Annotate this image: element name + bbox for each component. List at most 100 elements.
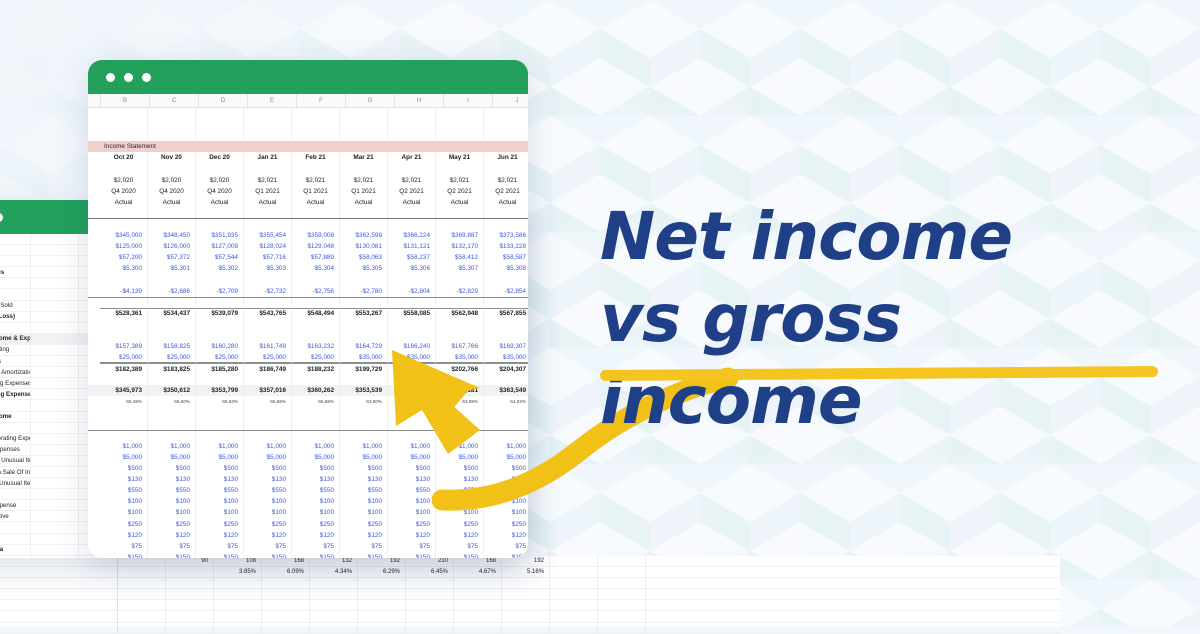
row-label[interactable]: Revenues xyxy=(0,256,31,267)
cell[interactable]: $5,301 xyxy=(148,263,196,275)
cell[interactable] xyxy=(31,444,79,455)
cell[interactable]: $5,307 xyxy=(436,263,484,275)
cell[interactable] xyxy=(598,578,646,589)
cell[interactable] xyxy=(340,430,388,441)
cell[interactable] xyxy=(388,297,436,308)
cell[interactable]: $25,000 xyxy=(148,352,196,364)
row-label[interactable]: Tax Rate Effective xyxy=(0,511,31,522)
cell[interactable]: $543,765 xyxy=(244,307,292,319)
cell[interactable]: $1,000 xyxy=(292,440,340,452)
spreadsheet-grid-primary[interactable]: BCDEFGHIJKL Income Statement Oct 20Nov 2… xyxy=(88,94,528,558)
cell[interactable]: $345,000 xyxy=(100,230,148,242)
cell[interactable] xyxy=(550,578,598,589)
cell[interactable]: Actual xyxy=(340,196,388,208)
cell[interactable] xyxy=(148,108,196,120)
cell[interactable]: Q4 2020 xyxy=(100,185,148,197)
cell[interactable]: 4.34% xyxy=(310,567,358,578)
cell[interactable] xyxy=(550,611,598,622)
cell[interactable] xyxy=(484,330,528,341)
cell[interactable]: Oct 20 xyxy=(100,152,148,164)
cell[interactable] xyxy=(148,297,196,308)
cell[interactable]: $126,000 xyxy=(148,241,196,253)
cell[interactable] xyxy=(436,130,484,142)
cell[interactable] xyxy=(262,600,310,611)
cell[interactable]: -$2,854 xyxy=(484,286,528,297)
cell[interactable]: $5,000 xyxy=(388,451,436,463)
cell[interactable]: Q2 2021 xyxy=(436,185,484,197)
cell[interactable]: $120 xyxy=(340,529,388,541)
cell[interactable]: $5,303 xyxy=(244,263,292,275)
cell[interactable]: 65.68% xyxy=(292,396,340,408)
cell[interactable] xyxy=(550,556,598,567)
cell[interactable]: $130 xyxy=(148,474,196,486)
cell[interactable]: $356,845 xyxy=(388,385,436,397)
column-header-H[interactable]: H xyxy=(395,94,444,107)
cell[interactable]: $130 xyxy=(484,474,528,485)
cell[interactable]: $75 xyxy=(292,540,340,552)
cell[interactable]: $133,228 xyxy=(484,241,528,252)
cell[interactable]: $1,000 xyxy=(484,441,528,452)
cell[interactable] xyxy=(31,411,79,422)
cell[interactable]: $362,598 xyxy=(340,230,388,242)
cell[interactable]: $75 xyxy=(436,540,484,552)
cell[interactable]: $166,240 xyxy=(388,340,436,353)
row-label[interactable]: Net Income xyxy=(0,489,31,500)
cell[interactable]: $157,389 xyxy=(100,340,148,353)
cell[interactable]: $539,079 xyxy=(196,307,244,319)
cell[interactable]: $100 xyxy=(244,496,292,508)
cell[interactable] xyxy=(196,130,244,142)
cell[interactable] xyxy=(196,119,244,131)
cell[interactable]: $120 xyxy=(436,529,484,541)
cell[interactable]: 65.66% xyxy=(244,396,292,408)
cell[interactable]: $1,000 xyxy=(148,440,196,452)
cell[interactable]: $100 xyxy=(436,507,484,519)
cell[interactable]: $128,024 xyxy=(244,241,292,253)
cell[interactable] xyxy=(196,407,244,419)
cell[interactable] xyxy=(436,329,484,341)
cell[interactable]: $558,085 xyxy=(388,307,436,319)
cell[interactable]: $550 xyxy=(244,485,292,497)
cell[interactable]: $5,000 xyxy=(484,452,528,463)
cell[interactable] xyxy=(388,218,436,231)
cell[interactable] xyxy=(31,278,79,289)
cell[interactable]: $25,000 xyxy=(196,352,244,364)
cell[interactable]: 65.60% xyxy=(148,396,196,408)
cell[interactable] xyxy=(31,500,79,511)
cell[interactable]: $161,749 xyxy=(244,340,292,353)
cell[interactable] xyxy=(436,218,484,231)
cell[interactable] xyxy=(598,567,646,578)
cell[interactable] xyxy=(166,600,214,611)
cell[interactable]: $160,280 xyxy=(196,340,244,353)
cell[interactable] xyxy=(31,422,79,433)
cell[interactable] xyxy=(550,600,598,611)
cell[interactable] xyxy=(436,163,484,175)
cell[interactable] xyxy=(31,511,79,522)
cell[interactable]: May 21 xyxy=(436,152,484,164)
cell[interactable] xyxy=(484,431,528,441)
cell[interactable] xyxy=(100,297,148,308)
cell[interactable] xyxy=(31,267,79,278)
cell[interactable]: $130 xyxy=(436,474,484,486)
cell[interactable]: $359,008 xyxy=(292,230,340,242)
cell[interactable] xyxy=(406,622,454,633)
cell[interactable] xyxy=(148,329,196,341)
cell[interactable]: Q2 2021 xyxy=(388,185,436,197)
cell[interactable]: $100 xyxy=(484,507,528,518)
cell[interactable]: $100 xyxy=(148,507,196,519)
cell[interactable]: $373,586 xyxy=(484,230,528,241)
cell[interactable]: $250 xyxy=(292,518,340,530)
cell[interactable]: $100 xyxy=(100,507,148,519)
cell[interactable]: $130 xyxy=(196,474,244,486)
row-label[interactable]: Total Operating Expenses xyxy=(0,389,31,400)
cell[interactable] xyxy=(148,418,196,430)
cell[interactable] xyxy=(100,329,148,341)
cell[interactable] xyxy=(244,163,292,175)
cell[interactable] xyxy=(31,455,79,466)
cell[interactable] xyxy=(196,430,244,441)
cell[interactable] xyxy=(340,418,388,430)
cell[interactable] xyxy=(166,578,214,589)
cell[interactable] xyxy=(100,108,148,120)
cell[interactable] xyxy=(100,407,148,419)
row-label[interactable]: Revenues xyxy=(0,245,31,256)
dot-green-icon[interactable] xyxy=(0,212,3,222)
